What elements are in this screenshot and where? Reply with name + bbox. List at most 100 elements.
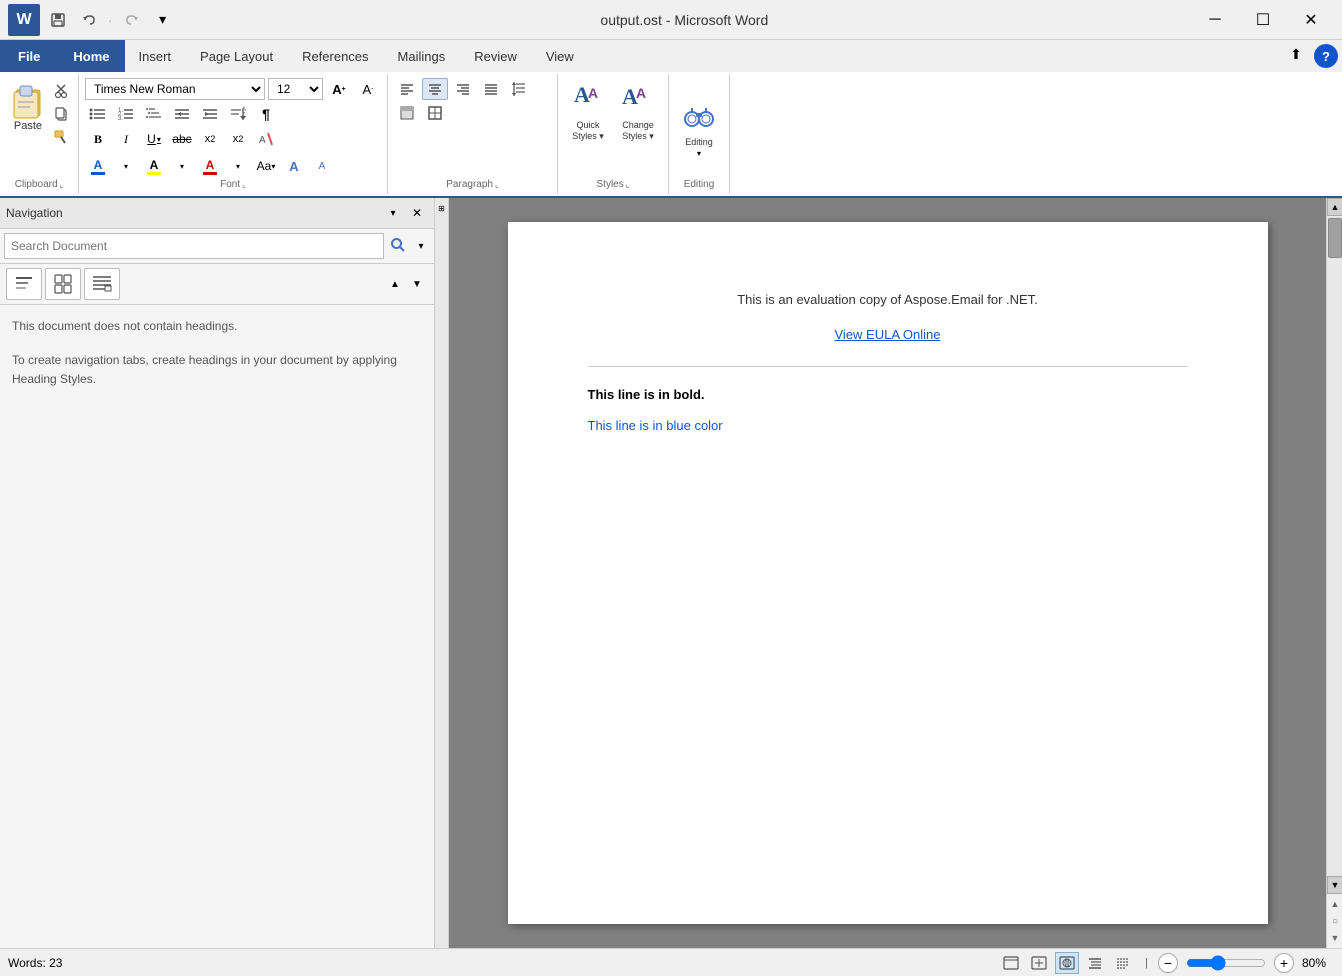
search-options-dropdown[interactable]: ▾ (412, 233, 430, 259)
editing-group: Editing ▾ Editing (669, 74, 730, 194)
font-expand-icon[interactable]: ⌞ (242, 180, 246, 189)
font-size-select[interactable]: 12 (268, 78, 323, 100)
change-styles-button[interactable]: A A ChangeStyles ▾ (616, 78, 660, 146)
shading-button[interactable] (394, 102, 420, 124)
nav-tab-results[interactable] (84, 268, 120, 300)
zoom-slider[interactable] (1186, 955, 1266, 971)
browse-prev-button[interactable]: ▲ (1327, 896, 1342, 912)
editing-group-label: Editing (684, 179, 715, 190)
search-input[interactable] (4, 233, 384, 259)
word-app-icon: W (8, 4, 40, 36)
save-qat-button[interactable] (44, 6, 72, 34)
tab-mailings[interactable]: Mailings (384, 40, 461, 72)
sort-button[interactable]: AZ (225, 103, 251, 125)
zoom-in-button[interactable]: + (1274, 953, 1294, 973)
editing-button[interactable]: Editing ▾ (677, 95, 721, 163)
font-name-select[interactable]: Times New Roman (85, 78, 265, 100)
shrink-font-button[interactable]: A (309, 155, 335, 177)
undo-qat-button[interactable] (76, 6, 104, 34)
font-color-red-button[interactable]: A (197, 153, 223, 179)
change-case-button[interactable]: Aa ▾ (253, 155, 279, 177)
web-layout-button[interactable] (1055, 952, 1079, 974)
full-screen-button[interactable] (1027, 952, 1051, 974)
nav-next-button[interactable]: ▼ (406, 273, 428, 295)
italic-button[interactable]: I (113, 128, 139, 150)
tab-home[interactable]: Home (59, 40, 124, 72)
nav-close-button[interactable]: ✕ (406, 202, 428, 224)
tab-references[interactable]: References (288, 40, 383, 72)
align-right-button[interactable] (450, 78, 476, 100)
search-button[interactable] (384, 233, 412, 259)
numbered-list-button[interactable]: 1.2.3. (113, 103, 139, 125)
bold-button[interactable]: B (85, 128, 111, 150)
superscript-button[interactable]: x2 (225, 128, 251, 150)
view-eula-link[interactable]: View EULA Online (835, 327, 941, 342)
tab-page-layout[interactable]: Page Layout (186, 40, 288, 72)
strikethrough-button[interactable]: abc (169, 128, 195, 150)
clear-formatting-button[interactable]: A (253, 128, 279, 150)
bullet-list-button[interactable] (85, 103, 111, 125)
tab-view[interactable]: View (532, 40, 589, 72)
font-color-red-dropdown[interactable]: ▾ (225, 155, 251, 177)
browse-next-button[interactable]: ▼ (1327, 930, 1342, 946)
nav-tab-headings[interactable] (6, 268, 42, 300)
vertical-scrollbar: ▲ ▼ ▲ ○ ▼ (1326, 198, 1342, 948)
svg-text:A: A (588, 85, 598, 101)
justify-button[interactable] (478, 78, 504, 100)
help-online-button[interactable]: ⬆ (1282, 40, 1310, 68)
paste-button[interactable]: Paste (6, 78, 50, 134)
nav-prev-button[interactable]: ▲ (384, 273, 406, 295)
nav-panel-title: Navigation (6, 206, 63, 220)
outline-button[interactable] (1083, 952, 1107, 974)
scroll-down-button[interactable]: ▼ (1327, 876, 1342, 894)
doc-divider (588, 366, 1188, 367)
decrease-indent-button[interactable] (169, 103, 195, 125)
grow-font-button[interactable]: A (281, 155, 307, 177)
restore-button[interactable]: ☐ (1240, 5, 1286, 35)
decrease-font-button[interactable]: A- (355, 78, 381, 100)
document-page[interactable]: This is an evaluation copy of Aspose.Ema… (508, 222, 1268, 924)
draft-button[interactable] (1111, 952, 1135, 974)
quick-styles-button[interactable]: A A QuickStyles ▾ (566, 78, 610, 146)
tab-insert[interactable]: Insert (125, 40, 187, 72)
highlight-button[interactable]: A (141, 153, 167, 179)
tab-review[interactable]: Review (460, 40, 532, 72)
align-left-button[interactable] (394, 78, 420, 100)
doc-eval-notice: This is an evaluation copy of Aspose.Ema… (588, 292, 1188, 307)
redo-qat-button[interactable] (117, 6, 145, 34)
nav-hint-text: To create navigation tabs, create headin… (12, 351, 422, 389)
customize-qat-button[interactable]: ▾ (149, 6, 177, 34)
nav-toolbar-btn1[interactable]: ⊞ (435, 198, 449, 218)
minimize-button[interactable]: ─ (1192, 5, 1238, 35)
font-color-dropdown[interactable]: ▾ (113, 155, 139, 177)
highlight-dropdown[interactable]: ▾ (169, 155, 195, 177)
underline-button[interactable]: U ▾ (141, 128, 167, 150)
help-button[interactable]: ? (1314, 44, 1338, 68)
select-browse-button[interactable]: ○ (1327, 913, 1342, 929)
increase-font-button[interactable]: A+ (326, 78, 352, 100)
border-button[interactable] (422, 102, 448, 124)
zoom-out-button[interactable]: − (1158, 953, 1178, 973)
multilevel-list-button[interactable] (141, 103, 167, 125)
paragraph-group: Paragraph ⌞ (388, 74, 558, 194)
clipboard-expand-icon[interactable]: ⌞ (60, 180, 64, 189)
scroll-up-button[interactable]: ▲ (1327, 198, 1342, 216)
increase-indent-button[interactable] (197, 103, 223, 125)
cut-button[interactable] (50, 80, 72, 102)
subscript-button[interactable]: x2 (197, 128, 223, 150)
tab-file[interactable]: File (0, 40, 59, 72)
font-color-button[interactable]: A (85, 153, 111, 179)
print-layout-button[interactable] (999, 952, 1023, 974)
nav-dropdown-button[interactable]: ▾ (382, 202, 404, 224)
format-painter-button[interactable] (50, 126, 72, 148)
close-button[interactable]: ✕ (1288, 5, 1334, 35)
copy-button[interactable] (50, 103, 72, 125)
paragraph-expand-icon[interactable]: ⌞ (495, 180, 499, 189)
nav-tab-pages[interactable] (45, 268, 81, 300)
show-paragraph-button[interactable]: ¶ (253, 103, 279, 125)
document-area-container: ⊞ This is an evaluation copy of Aspose.E… (435, 198, 1342, 948)
scroll-thumb[interactable] (1328, 218, 1342, 258)
align-center-button[interactable] (422, 78, 448, 100)
styles-expand-icon[interactable]: ⌞ (626, 180, 630, 189)
line-spacing-button[interactable] (506, 78, 532, 100)
